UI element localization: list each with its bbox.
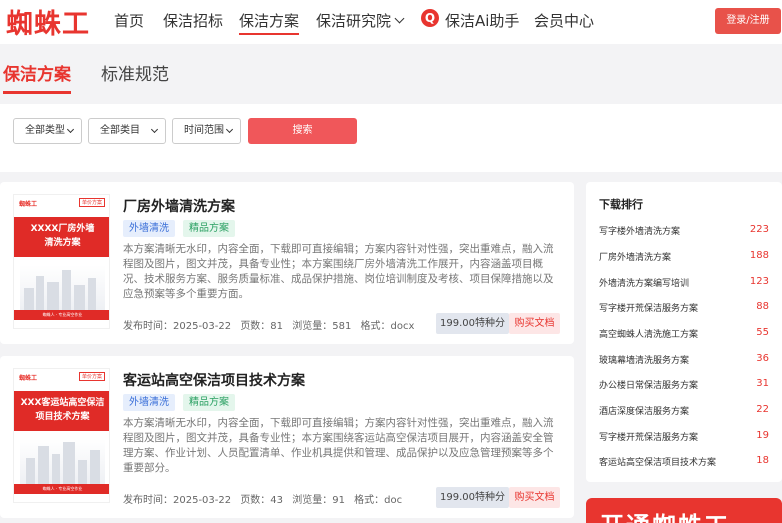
nav-member-center[interactable]: 会员中心: [534, 10, 594, 31]
download-ranking-panel: 下载排行 写字楼外墙清洗方案 223 厂房外墙清洗方案 188 外墙清洗方案编写培训…: [586, 182, 782, 482]
price-badge: 199.00特种分: [436, 487, 509, 508]
ranking-item[interactable]: 客运站高空保洁项目技术方案 18: [599, 455, 769, 471]
publish-date: 发布时间：2025-03-22: [123, 495, 232, 506]
plan-title[interactable]: 客运站高空保洁项目技术方案: [123, 370, 305, 390]
ranking-item-count: 22: [756, 404, 769, 415]
category-select-value: 全部类目: [100, 125, 140, 136]
tag-premium-plan[interactable]: 精品方案: [183, 394, 235, 411]
tab-standards[interactable]: 标准规范: [101, 60, 169, 85]
thumbnail-tag: 单价方案: [78, 198, 105, 207]
ranking-item-count: 19: [756, 430, 769, 441]
city-skyline-image: [20, 439, 105, 484]
nav-cleaning-tenders[interactable]: 保洁招标: [163, 10, 223, 31]
ranking-item-name: 写字楼开荒保洁服务方案: [599, 304, 699, 314]
ranking-item-name: 高空蜘蛛人清洗施工方案: [599, 330, 699, 340]
ranking-item-count: 88: [756, 301, 769, 312]
ranking-item-count: 223: [749, 224, 769, 235]
ranking-item-count: 123: [749, 276, 769, 287]
view-count: 浏览量：91: [292, 495, 345, 506]
ai-assistant-icon: Q: [421, 9, 439, 27]
type-select[interactable]: 全部类型: [13, 118, 82, 144]
ranking-item-count: 31: [756, 378, 769, 389]
plan-meta: 发布时间：2025-03-22 页数：81 浏览量：581 格式：docx: [123, 317, 420, 332]
ranking-item[interactable]: 写字楼开荒保洁服务方案 19: [599, 430, 769, 446]
search-button[interactable]: 搜索: [248, 118, 357, 144]
ranking-item-count: 188: [749, 250, 769, 261]
ranking-item-name: 办公楼日常保洁服务方案: [599, 381, 699, 391]
login-register-button[interactable]: 登录/注册: [715, 8, 781, 34]
page-count: 页数：43: [240, 495, 284, 506]
time-range-select-value: 时间范围: [184, 125, 224, 136]
thumbnail-title-line: XXX客运站高空保洁: [20, 398, 105, 408]
ranking-item-count: 18: [756, 455, 769, 466]
city-skyline-image: [20, 265, 105, 310]
membership-promo-banner[interactable]: 开通蜘蛛工: [586, 498, 782, 523]
tab-cleaning-plans[interactable]: 保洁方案: [3, 60, 71, 94]
ranking-item[interactable]: 厂房外墙清洗方案 188: [599, 250, 769, 266]
nav-cleaning-research[interactable]: 保洁研究院: [316, 10, 405, 31]
file-format: 格式：docx: [360, 321, 415, 332]
ranking-item-name: 写字楼外墙清洗方案: [599, 227, 681, 237]
ranking-item-name: 客运站高空保洁项目技术方案: [599, 458, 717, 468]
ranking-item[interactable]: 酒店深度保洁服务方案 22: [599, 404, 769, 420]
tag-premium-plan[interactable]: 精品方案: [183, 220, 235, 237]
ranking-item-name: 玻璃幕墙清洗服务方案: [599, 356, 690, 366]
category-select[interactable]: 全部类目: [88, 118, 166, 144]
site-logo[interactable]: 蜘蛛工: [6, 2, 90, 41]
ranking-item[interactable]: 玻璃幕墙清洗服务方案 36: [599, 353, 769, 369]
chevron-down-icon: [394, 13, 405, 24]
top-navigation-bar: 蜘蛛工 首页 保洁招标 保洁方案 保洁研究院 Q 保洁Ai助手 会员中心 登录/…: [0, 0, 782, 44]
view-count: 浏览量：581: [292, 321, 352, 332]
file-format: 格式：doc: [354, 495, 403, 506]
ranking-title: 下载排行: [599, 198, 643, 211]
thumbnail-tag: 单价方案: [78, 372, 105, 381]
thumbnail-logo: 蜘蛛工: [19, 375, 38, 382]
nav-cleaning-research-label: 保洁研究院: [316, 12, 392, 30]
chevron-down-icon: [66, 125, 75, 134]
nav-home[interactable]: 首页: [114, 10, 144, 31]
thumbnail-footer: 蜘蛛人 · 专业高空作业: [14, 484, 109, 494]
ranking-item[interactable]: 高空蜘蛛人清洗施工方案 55: [599, 327, 769, 343]
thumbnail-title-line: XXXX厂房外墙: [30, 224, 95, 234]
plan-meta: 发布时间：2025-03-22 页数：43 浏览量：91 格式：doc: [123, 491, 408, 506]
ranking-item-name: 酒店深度保洁服务方案: [599, 407, 690, 417]
plan-thumbnail[interactable]: 蜘蛛工 单价方案 XXXX厂房外墙 清洗方案 蜘蛛人 · 专业高空作业: [13, 194, 110, 329]
plan-title[interactable]: 厂房外墙清洗方案: [123, 196, 235, 216]
thumbnail-banner: XXXX厂房外墙 清洗方案: [14, 217, 109, 257]
plan-description: 本方案清晰无水印，内容全面，下载即可直接编辑；方案内容针对性强，突出重难点，融入…: [123, 243, 554, 300]
buy-document-button[interactable]: 购买文档: [509, 487, 560, 508]
nav-cleaning-plans[interactable]: 保洁方案: [239, 10, 300, 35]
time-range-select[interactable]: 时间范围: [172, 118, 241, 144]
ranking-item[interactable]: 办公楼日常保洁服务方案 31: [599, 378, 769, 394]
ranking-item[interactable]: 外墙清洗方案编写培训 123: [599, 276, 769, 292]
thumbnail-logo: 蜘蛛工: [19, 201, 38, 208]
filter-bar: 全部类型 全部类目 时间范围 搜索: [0, 104, 782, 172]
publish-date: 发布时间：2025-03-22: [123, 321, 232, 332]
sub-tabs: 保洁方案 标准规范: [0, 46, 782, 94]
plan-description: 本方案清晰无水印，内容全面，下载即可直接编辑；方案内容针对性强，突出重难点，融入…: [123, 417, 554, 474]
price-badge: 199.00特种分: [436, 313, 509, 334]
ranking-item-count: 36: [756, 353, 769, 364]
nav-ai-assistant[interactable]: 保洁Ai助手: [445, 10, 519, 31]
chevron-down-icon: [150, 125, 159, 134]
thumbnail-title-line: 清洗方案: [44, 238, 81, 248]
plan-thumbnail[interactable]: 蜘蛛工 单价方案 XXX客运站高空保洁 项目技术方案 蜘蛛人 · 专业高空作业: [13, 368, 110, 503]
page-count: 页数：81: [240, 321, 284, 332]
thumbnail-title-line: 项目技术方案: [35, 412, 90, 422]
ranking-item[interactable]: 写字楼外墙清洗方案 223: [599, 224, 769, 240]
ranking-item-name: 厂房外墙清洗方案: [599, 253, 672, 263]
thumbnail-banner: XXX客运站高空保洁 项目技术方案: [14, 391, 109, 431]
plan-card[interactable]: 蜘蛛工 单价方案 XXX客运站高空保洁 项目技术方案 蜘蛛人 · 专业高空作业 …: [0, 356, 574, 518]
ranking-item[interactable]: 写字楼开荒保洁服务方案 88: [599, 301, 769, 317]
chevron-down-icon: [225, 125, 234, 134]
ranking-item-name: 外墙清洗方案编写培训: [599, 279, 690, 289]
type-select-value: 全部类型: [25, 125, 65, 136]
buy-document-button[interactable]: 购买文档: [509, 313, 560, 334]
ranking-item-count: 55: [756, 327, 769, 338]
tag-exterior-wall-cleaning[interactable]: 外墙清洗: [123, 220, 175, 237]
thumbnail-footer: 蜘蛛人 · 专业高空作业: [14, 310, 109, 320]
ranking-item-name: 写字楼开荒保洁服务方案: [599, 433, 699, 443]
tag-exterior-wall-cleaning[interactable]: 外墙清洗: [123, 394, 175, 411]
plan-card[interactable]: 蜘蛛工 单价方案 XXXX厂房外墙 清洗方案 蜘蛛人 · 专业高空作业 厂房外墙…: [0, 182, 574, 344]
